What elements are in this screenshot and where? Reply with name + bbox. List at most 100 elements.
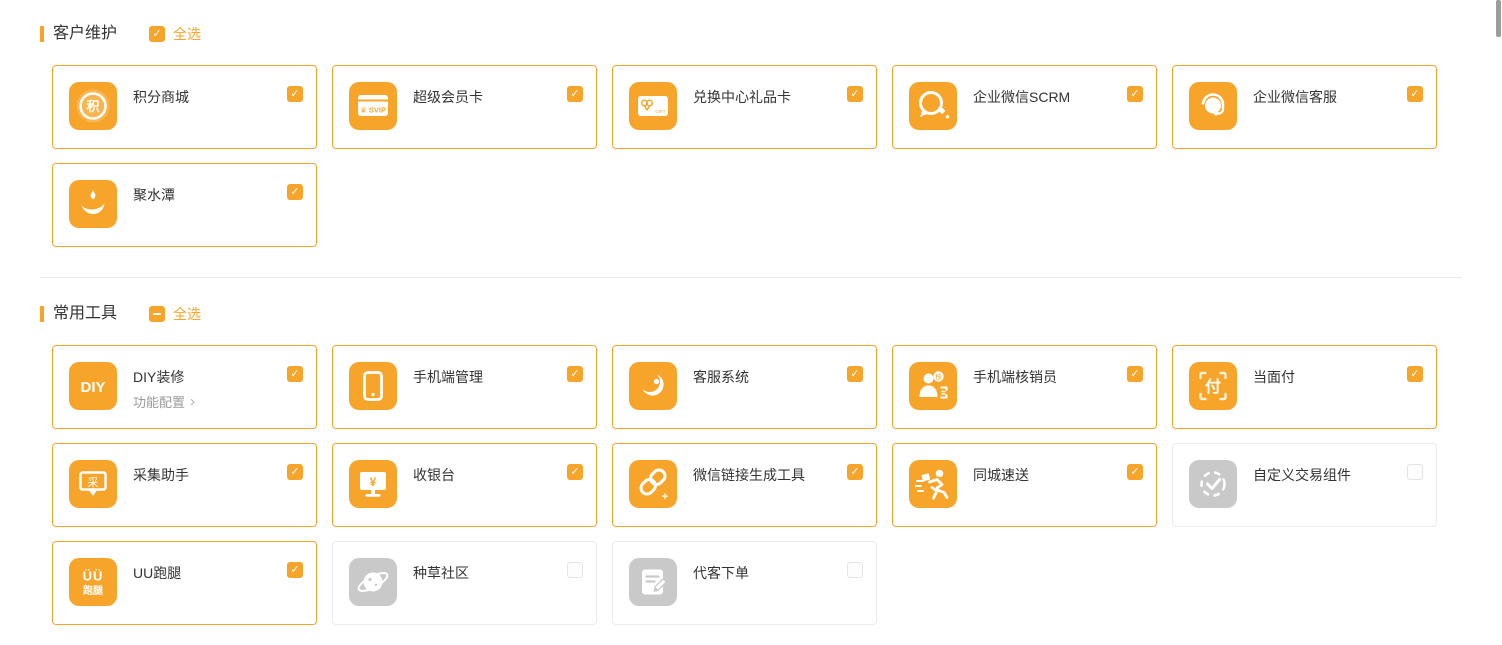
config-link[interactable]: 功能配置› bbox=[133, 392, 195, 411]
section-header: 客户维护 全选 bbox=[40, 25, 1462, 43]
chevron-right-icon: › bbox=[190, 394, 195, 409]
app-label: 微信链接生成工具 bbox=[693, 465, 805, 485]
app-card[interactable]: 种草社区 bbox=[332, 541, 597, 625]
scrollbar-thumb[interactable] bbox=[1496, 0, 1501, 37]
app-checkbox[interactable] bbox=[1407, 464, 1423, 480]
custom-trade-icon bbox=[1189, 460, 1237, 508]
app-checkbox[interactable] bbox=[287, 86, 303, 102]
app-card[interactable]: 聚水潭 bbox=[52, 163, 317, 247]
app-card[interactable]: 手机端管理 bbox=[332, 345, 597, 429]
jushuitan-icon bbox=[69, 180, 117, 228]
svg-text:核: 核 bbox=[935, 372, 942, 381]
app-card[interactable]: ♛ SVIP 超级会员卡 bbox=[332, 65, 597, 149]
app-plugins-page: 客户维护 全选 积 积分商城 ♛ SVIP 超级会员卡 GIFT 兑换中心礼品卡… bbox=[0, 0, 1502, 645]
svg-text:♛ SVIP: ♛ SVIP bbox=[360, 106, 386, 115]
svg-text:付: 付 bbox=[1205, 377, 1221, 396]
app-checkbox[interactable] bbox=[1407, 366, 1423, 382]
app-label: 聚水潭 bbox=[133, 185, 175, 205]
section-accent-bar bbox=[40, 306, 44, 322]
app-checkbox[interactable] bbox=[567, 562, 583, 578]
app-checkbox[interactable] bbox=[847, 464, 863, 480]
app-card[interactable]: 客服系统 bbox=[612, 345, 877, 429]
app-card[interactable]: 自定义交易组件 bbox=[1172, 443, 1437, 527]
app-checkbox[interactable] bbox=[847, 86, 863, 102]
app-label: 企业微信客服 bbox=[1253, 87, 1337, 107]
app-grid: 积 积分商城 ♛ SVIP 超级会员卡 GIFT 兑换中心礼品卡 企业微信SCR… bbox=[52, 65, 1442, 247]
app-label: 企业微信SCRM bbox=[973, 87, 1070, 107]
select-all-checkbox[interactable] bbox=[149, 306, 165, 322]
app-label: UU跑腿 bbox=[133, 563, 181, 583]
select-all[interactable]: 全选 bbox=[149, 24, 201, 44]
app-label: 客服系统 bbox=[693, 367, 749, 387]
app-card[interactable]: 积 积分商城 bbox=[52, 65, 317, 149]
grass-community-icon bbox=[349, 558, 397, 606]
app-checkbox[interactable] bbox=[567, 86, 583, 102]
wecom-service-icon bbox=[1189, 82, 1237, 130]
app-card[interactable]: 同城速送 bbox=[892, 443, 1157, 527]
app-checkbox[interactable] bbox=[1127, 86, 1143, 102]
app-card[interactable]: ÜÜ跑腿 UU跑腿 bbox=[52, 541, 317, 625]
app-card[interactable]: DIY DIY装修 功能配置› bbox=[52, 345, 317, 429]
app-label: 自定义交易组件 bbox=[1253, 465, 1351, 485]
svg-text:+: + bbox=[662, 491, 668, 503]
app-label: 同城速送 bbox=[973, 465, 1029, 485]
wechat-link-icon: + bbox=[629, 460, 677, 508]
app-checkbox[interactable] bbox=[567, 464, 583, 480]
app-label: 收银台 bbox=[413, 465, 455, 485]
svg-text:积: 积 bbox=[86, 99, 99, 114]
uu-errand-icon: ÜÜ跑腿 bbox=[69, 558, 117, 606]
wecom-scrm-icon bbox=[909, 82, 957, 130]
app-card[interactable]: + 微信链接生成工具 bbox=[612, 443, 877, 527]
app-checkbox[interactable] bbox=[287, 184, 303, 200]
section-common-tools: 常用工具 全选 DIY DIY装修 功能配置› 手机端管理 客服系统 核 手机端… bbox=[40, 305, 1462, 625]
select-all[interactable]: 全选 bbox=[149, 304, 201, 324]
face-pay-icon: 付 bbox=[1189, 362, 1237, 410]
app-card[interactable]: 采 采集助手 bbox=[52, 443, 317, 527]
svg-text:GIFT: GIFT bbox=[655, 109, 665, 114]
gift-card-icon: GIFT bbox=[629, 82, 677, 130]
svg-text:采: 采 bbox=[88, 476, 99, 489]
app-checkbox[interactable] bbox=[1127, 464, 1143, 480]
app-card[interactable]: 核 手机端核销员 bbox=[892, 345, 1157, 429]
app-label: 超级会员卡 bbox=[413, 87, 483, 107]
svg-text:DIY: DIY bbox=[80, 379, 105, 396]
section-header: 常用工具 全选 bbox=[40, 305, 1462, 323]
diy-icon: DIY bbox=[69, 362, 117, 410]
select-all-checkbox[interactable] bbox=[149, 26, 165, 42]
app-grid: DIY DIY装修 功能配置› 手机端管理 客服系统 核 手机端核销员 付 当面… bbox=[52, 345, 1442, 625]
section-customer-maintenance: 客户维护 全选 积 积分商城 ♛ SVIP 超级会员卡 GIFT 兑换中心礼品卡… bbox=[40, 25, 1462, 247]
app-card[interactable]: 代客下单 bbox=[612, 541, 877, 625]
valet-order-icon bbox=[629, 558, 677, 606]
city-delivery-icon bbox=[909, 460, 957, 508]
mobile-admin-icon bbox=[349, 362, 397, 410]
app-label: 兑换中心礼品卡 bbox=[693, 87, 791, 107]
app-card[interactable]: GIFT 兑换中心礼品卡 bbox=[612, 65, 877, 149]
app-checkbox[interactable] bbox=[287, 562, 303, 578]
app-label: 代客下单 bbox=[693, 563, 749, 583]
app-card[interactable]: ¥ 收银台 bbox=[332, 443, 597, 527]
app-label: 手机端管理 bbox=[413, 367, 483, 387]
collect-helper-icon: 采 bbox=[69, 460, 117, 508]
app-card[interactable]: 付 当面付 bbox=[1172, 345, 1437, 429]
mobile-verifier-icon: 核 bbox=[909, 362, 957, 410]
section-title: 客户维护 bbox=[53, 25, 117, 43]
app-checkbox[interactable] bbox=[567, 366, 583, 382]
app-label: 手机端核销员 bbox=[973, 367, 1057, 387]
section-title: 常用工具 bbox=[53, 305, 117, 323]
app-checkbox[interactable] bbox=[847, 562, 863, 578]
svg-text:¥: ¥ bbox=[370, 475, 377, 489]
svg-text:ÜÜ: ÜÜ bbox=[83, 569, 104, 584]
app-checkbox[interactable] bbox=[847, 366, 863, 382]
app-checkbox[interactable] bbox=[287, 464, 303, 480]
select-all-label: 全选 bbox=[173, 304, 201, 324]
app-checkbox[interactable] bbox=[287, 366, 303, 382]
app-label: 采集助手 bbox=[133, 465, 189, 485]
app-card[interactable]: 企业微信客服 bbox=[1172, 65, 1437, 149]
section-divider bbox=[40, 277, 1462, 278]
app-checkbox[interactable] bbox=[1127, 366, 1143, 382]
cashier-icon: ¥ bbox=[349, 460, 397, 508]
app-checkbox[interactable] bbox=[1407, 86, 1423, 102]
app-card[interactable]: 企业微信SCRM bbox=[892, 65, 1157, 149]
points-mall-icon: 积 bbox=[69, 82, 117, 130]
app-label: 种草社区 bbox=[413, 563, 469, 583]
